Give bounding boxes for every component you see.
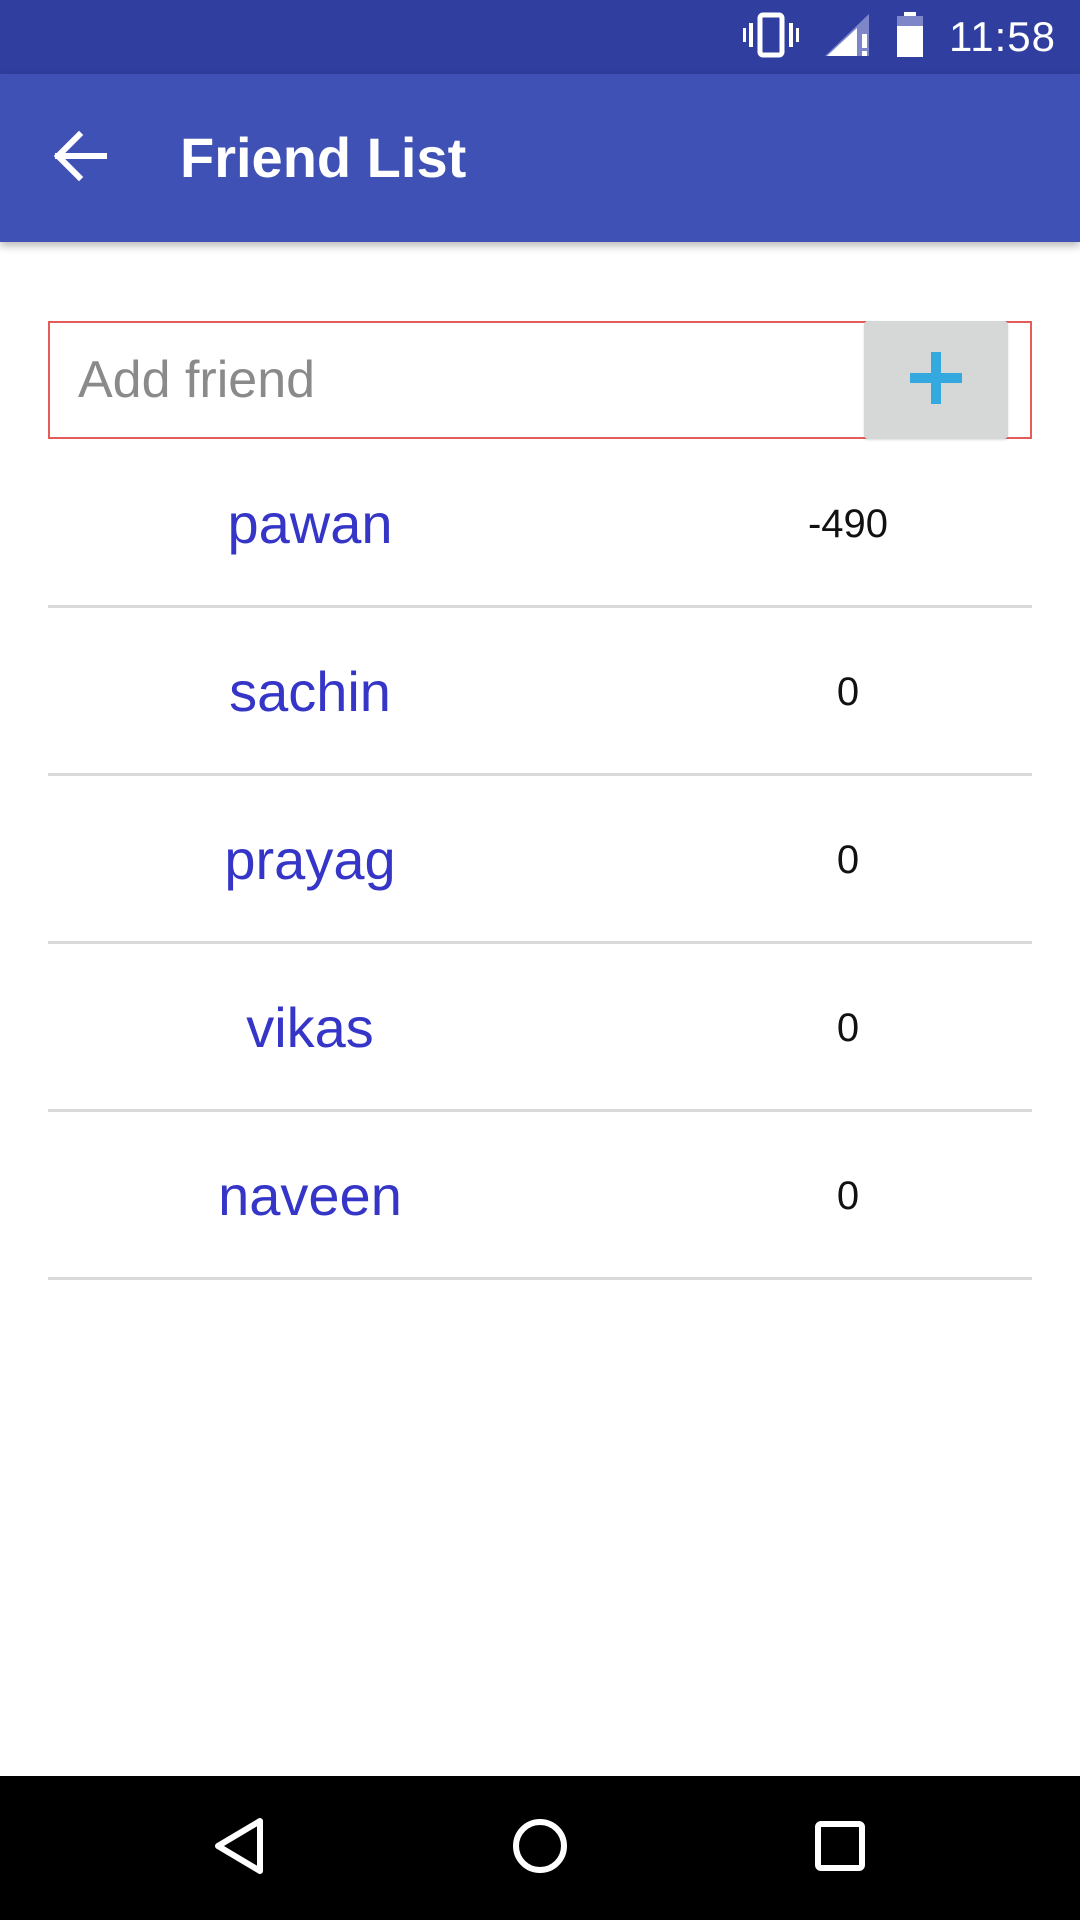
plus-icon (908, 350, 964, 410)
recents-square-icon (810, 1816, 870, 1880)
nav-home-button[interactable] (460, 1776, 620, 1920)
status-time: 11:58 (949, 13, 1056, 60)
friend-name: prayag (224, 828, 396, 891)
signal-icon (823, 12, 871, 62)
back-triangle-icon (210, 1816, 270, 1880)
friend-name: sachin (229, 660, 391, 723)
list-item[interactable]: prayag 0 (48, 776, 1032, 944)
status-bar: 11:58 (0, 0, 1080, 74)
friend-balance: -490 (807, 502, 889, 546)
list-item[interactable]: naveen 0 (48, 1112, 1032, 1280)
home-circle-icon (510, 1816, 570, 1880)
status-icons: 11:58 (743, 0, 1056, 74)
friend-name: pawan (227, 492, 393, 555)
arrow-back-icon (52, 128, 108, 188)
friend-name: vikas (246, 996, 374, 1059)
friend-name: naveen (218, 1164, 402, 1227)
add-friend-input[interactable] (50, 323, 866, 437)
friend-balance: 0 (836, 670, 860, 714)
add-friend-row (48, 321, 1032, 439)
page-title: Friend List (180, 126, 467, 189)
battery-icon (895, 12, 925, 62)
nav-back-button[interactable] (160, 1776, 320, 1920)
navigation-bar (0, 1776, 1080, 1920)
nav-recents-button[interactable] (760, 1776, 920, 1920)
list-item[interactable]: sachin 0 (48, 608, 1032, 776)
vibrate-icon (743, 12, 799, 62)
add-friend-button[interactable] (864, 321, 1008, 439)
app-bar: Friend List (0, 74, 1080, 242)
list-item[interactable]: vikas 0 (48, 944, 1032, 1112)
list-item[interactable]: pawan -490 (48, 440, 1032, 608)
friend-balance: 0 (836, 838, 860, 882)
friend-balance: 0 (836, 1006, 860, 1050)
back-button[interactable] (30, 108, 130, 208)
friend-list: pawan -490 sachin 0 prayag 0 vikas 0 nav… (48, 440, 1032, 1280)
friend-balance: 0 (836, 1174, 860, 1218)
